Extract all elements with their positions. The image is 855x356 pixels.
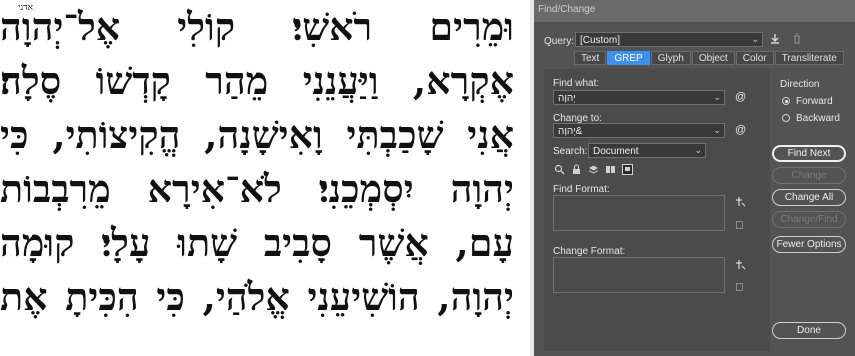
find-what-value: יְהוָה	[558, 93, 576, 104]
change-find-button[interactable]: Change/Find	[772, 211, 846, 228]
include-master-pages-icon[interactable]	[605, 164, 616, 175]
find-change-dialog: Find/Change Query: [Custom] ⌄ Text GREP …	[534, 0, 855, 356]
special-chars-change-button[interactable]: @	[735, 124, 746, 136]
document-line-4: יְהוָה יִסְמְכֵנִי׃ לֹא־אִירָא מֵרִבְבוֹ…	[0, 166, 514, 211]
direction-label: Direction	[780, 79, 820, 90]
document-line-3: אֲנִי שָׁכַבְתִּי וָאִישָׁנָה, הֱקִיצוֹת…	[0, 112, 514, 157]
query-value: [Custom]	[580, 35, 621, 46]
delete-query-icon[interactable]	[791, 33, 803, 45]
save-query-icon[interactable]	[769, 33, 781, 45]
tab-color[interactable]: Color	[735, 51, 774, 65]
backward-radio[interactable]	[782, 114, 790, 122]
specify-find-format-icon[interactable]	[734, 196, 746, 208]
include-hidden-layers-icon[interactable]	[588, 164, 599, 175]
fewer-options-button[interactable]: Fewer Options	[772, 236, 846, 253]
find-format-box[interactable]	[553, 195, 725, 231]
chevron-down-icon: ⌄	[694, 145, 702, 155]
chevron-down-icon: ⌄	[713, 92, 721, 102]
document-line-5: עָם, אֲשֶׁר סָבִיב שָׁתוּ עָלָי׃ קוּמָה	[0, 220, 514, 265]
forward-label: Forward	[796, 96, 833, 107]
search-label: Search:	[553, 146, 588, 157]
chevron-down-icon: ⌄	[751, 34, 759, 44]
tab-transliterate[interactable]: Transliterate	[774, 51, 844, 65]
dialog-titlebar[interactable]: Find/Change	[534, 0, 855, 22]
tab-grep[interactable]: GREP	[607, 51, 650, 65]
document-line-1: וּמֵרִים רֹאשִׁי׃ קוֹלִי אֶל־יְהוָה	[0, 4, 514, 49]
search-scope-value: Document	[593, 146, 639, 157]
change-button[interactable]: Change	[772, 167, 846, 184]
change-to-input[interactable]: יְהוָה& ⌄	[553, 123, 725, 138]
change-format-box[interactable]	[553, 257, 725, 293]
search-type-tabs: Text GREP Glyph Object Color Translitera…	[574, 51, 845, 65]
clear-find-format-icon[interactable]	[736, 221, 743, 229]
change-format-label: Change Format:	[553, 246, 626, 257]
include-locked-stories-icon[interactable]	[571, 164, 582, 175]
qere-superscript: אדני	[18, 3, 34, 13]
clear-change-format-icon[interactable]	[736, 283, 743, 291]
search-scope-select[interactable]: Document ⌄	[588, 143, 706, 158]
backward-label: Backward	[796, 113, 840, 124]
query-label: Query:	[544, 36, 575, 47]
find-what-label: Find what:	[553, 78, 600, 89]
find-format-label: Find Format:	[553, 184, 610, 195]
change-all-button[interactable]: Change All	[772, 189, 846, 206]
forward-radio[interactable]	[782, 97, 790, 105]
specify-change-format-icon[interactable]	[734, 259, 746, 271]
include-footnotes-icon[interactable]	[622, 164, 633, 175]
change-to-value: יְהוָה&	[558, 126, 583, 137]
done-button[interactable]: Done	[772, 322, 846, 339]
find-next-button[interactable]: Find Next	[772, 145, 846, 162]
tab-text[interactable]: Text	[574, 51, 607, 65]
tab-glyph[interactable]: Glyph	[650, 51, 691, 65]
document-line-6: יְהוָה, הוֹשִׁיעֵנִי אֱלֹהַי, כִּי הִכִּ…	[0, 274, 514, 319]
include-locked-layers-icon[interactable]	[554, 164, 565, 175]
dialog-title: Find/Change	[538, 4, 596, 15]
special-chars-find-button[interactable]: @	[735, 91, 746, 103]
tab-object[interactable]: Object	[691, 51, 735, 65]
options-panel: Find what: יְהוָה ⌄ @ Change to: יְהוָה&…	[544, 69, 770, 351]
query-select[interactable]: [Custom] ⌄	[575, 32, 763, 47]
chevron-down-icon: ⌄	[713, 125, 721, 135]
document-page: וּמֵרִים רֹאשִׁי׃ קוֹלִי אֶל־יְהוָה אֶקְ…	[0, 0, 530, 356]
document-line-2: אֶקְרָא, וַיַּעֲנֵנִי מֵהַר קָדְשׁוֹ סֶל…	[0, 58, 514, 103]
find-what-input[interactable]: יְהוָה ⌄	[553, 90, 725, 105]
